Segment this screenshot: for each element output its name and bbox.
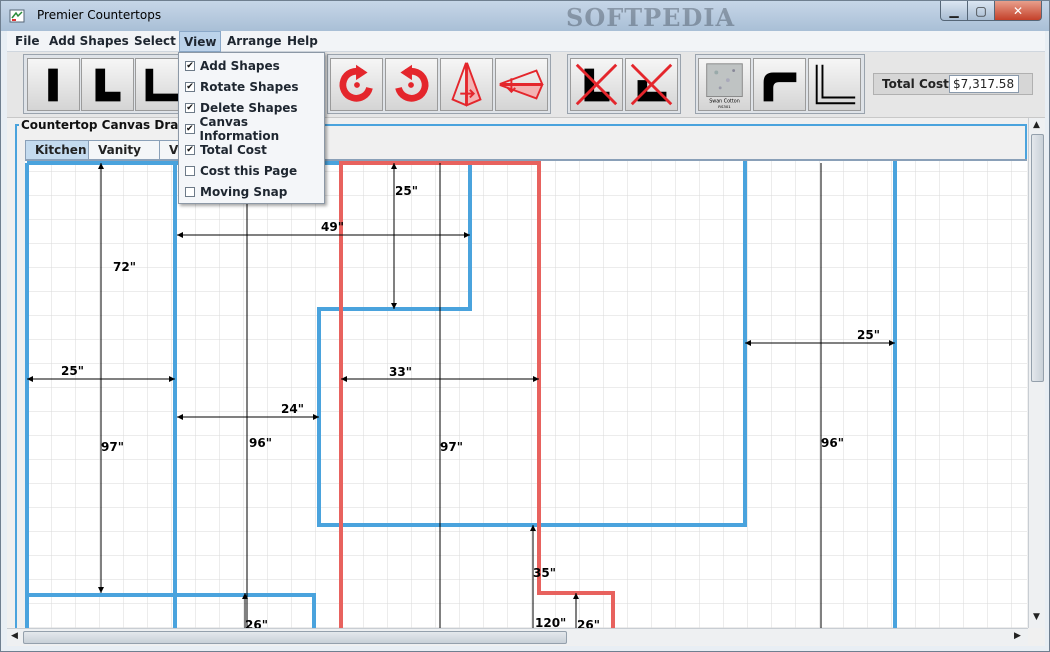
dim-49: 49" (321, 220, 344, 234)
delete-shapes-group (567, 54, 681, 114)
add-l-shape-button[interactable] (81, 58, 134, 111)
rotate-left-icon (339, 64, 373, 102)
menu-arrange[interactable]: Arrange (227, 34, 282, 48)
flip-horizontal-icon (499, 69, 544, 100)
checkbox-checked-icon: ✔ (185, 103, 195, 113)
checkbox-unchecked-icon (185, 187, 195, 197)
close-icon: ✕ (1012, 3, 1024, 18)
dim-24: 24" (281, 402, 304, 416)
scroll-up-icon[interactable]: ▲ (1033, 120, 1040, 130)
view-menu-moving-snap[interactable]: Moving Snap (185, 182, 287, 202)
total-cost-field[interactable]: $7,317.58 (949, 75, 1019, 93)
app-window: Premier Countertops SOFTPEDIA ▁ ▢ ✕ File… (0, 0, 1050, 652)
dim-25-left: 25" (61, 364, 84, 378)
flip-vertical-button[interactable] (440, 58, 493, 111)
straight-shape-icon (48, 68, 58, 102)
dim-25-top: 25" (395, 184, 418, 198)
vertical-scroll-thumb[interactable] (1031, 134, 1044, 382)
minimize-icon: ▁ (949, 3, 959, 18)
toolbar: Swan Cotton RS301 Total Cost: $7,317.58 (7, 52, 1045, 118)
checkbox-checked-icon: ✔ (185, 145, 195, 155)
dim-25-right: 25" (857, 328, 880, 342)
scroll-down-icon[interactable]: ▼ (1033, 612, 1040, 622)
menu-help[interactable]: Help (287, 34, 318, 48)
add-u-shape-button[interactable] (135, 58, 180, 111)
granite-swatch-icon: Swan Cotton RS301 (706, 63, 743, 109)
horizontal-scrollbar[interactable]: ◀ ▶ (7, 628, 1028, 645)
canvas-panel: Countertop Canvas Drawing Kitchen Vanity… (7, 118, 1045, 646)
title-bar[interactable]: Premier Countertops SOFTPEDIA ▁ ▢ ✕ (1, 1, 1049, 32)
edge-profile-button[interactable] (808, 58, 861, 111)
delete-l-shape-icon (575, 63, 618, 106)
material-code: RS301 (718, 104, 731, 109)
dim-97-center: 97" (440, 440, 463, 454)
view-menu-cost-this-page[interactable]: Cost this Page (185, 161, 297, 181)
menu-file[interactable]: File (15, 34, 40, 48)
add-straight-shape-button[interactable] (27, 58, 80, 111)
u-shape-icon (145, 68, 179, 102)
flip-horizontal-button[interactable] (495, 58, 548, 111)
close-button[interactable]: ✕ (994, 1, 1042, 21)
minimize-button[interactable]: ▁ (940, 1, 968, 21)
dim-72: 72" (113, 260, 136, 274)
transform-group (327, 54, 551, 114)
menu-view[interactable]: View (179, 31, 222, 52)
scroll-left-icon[interactable]: ◀ (11, 631, 18, 641)
app-icon (9, 9, 25, 23)
countertop-drawing[interactable]: 72" 25" 49" 25" 33" 24" 25" 97" 96" 97" … (25, 159, 1027, 629)
horizontal-scroll-thumb[interactable] (23, 631, 567, 644)
view-menu-rotate-shapes[interactable]: ✔ Rotate Shapes (185, 77, 299, 97)
checkbox-unchecked-icon (185, 166, 195, 176)
vertical-scrollbar[interactable]: ▲ ▼ (1028, 118, 1045, 628)
corner-shape-icon (763, 72, 797, 102)
dim-96-right: 96" (821, 436, 844, 450)
window-title: Premier Countertops (37, 8, 162, 22)
material-swatch-button[interactable]: Swan Cotton RS301 (698, 58, 751, 111)
l-shape-icon (95, 68, 121, 102)
tab-kitchen[interactable]: Kitchen (25, 140, 89, 160)
dim-35: 35" (533, 566, 556, 580)
checkbox-checked-icon: ✔ (185, 124, 195, 134)
dim-97-left: 97" (101, 440, 124, 454)
add-shapes-group (23, 54, 183, 114)
checkbox-checked-icon: ✔ (185, 82, 195, 92)
view-menu-item-label: Add Shapes (200, 59, 280, 73)
edge-profile-icon (815, 64, 856, 105)
view-menu-canvas-information[interactable]: ✔ Canvas Information (185, 115, 324, 143)
rotate-right-icon (395, 64, 429, 102)
drawing-canvas: 72" 25" 49" 25" 33" 24" 25" 97" 96" 97" … (25, 161, 1027, 629)
view-menu-item-label: Delete Shapes (200, 101, 298, 115)
corner-shape-button[interactable] (753, 58, 806, 111)
view-menu-item-label: Moving Snap (200, 185, 288, 199)
checkbox-checked-icon: ✔ (185, 61, 195, 71)
rotate-left-button[interactable] (330, 58, 383, 111)
dim-33: 33" (389, 365, 412, 379)
view-menu-dropdown: ✔ Add Shapes ✔ Rotate Shapes ✔ Delete Shape… (178, 52, 325, 204)
scroll-right-icon[interactable]: ▶ (1014, 631, 1021, 641)
view-menu-add-shapes[interactable]: ✔ Add Shapes (185, 56, 280, 76)
view-menu-item-label: Canvas Information (199, 115, 280, 143)
rotate-right-button[interactable] (385, 58, 438, 111)
view-menu-item-label: Total Cost (200, 143, 267, 157)
total-cost-box: Total Cost: $7,317.58 (873, 73, 1033, 95)
delete-l-shape-reverse-button[interactable] (625, 58, 678, 111)
view-menu-item-label: Cost this Page (200, 164, 298, 178)
tab-vanity-1[interactable]: Vanity #1 (88, 140, 160, 171)
menu-select[interactable]: Select (134, 34, 176, 48)
flip-vertical-icon (451, 62, 482, 107)
maximize-icon: ▢ (975, 3, 987, 18)
view-menu-item-label: Rotate Shapes (200, 80, 299, 94)
menu-bar: File Add Shapes Select View Arrange Help (7, 31, 1045, 52)
menu-add-shapes[interactable]: Add Shapes (49, 34, 129, 48)
softpedia-watermark: SOFTPEDIA (566, 3, 736, 32)
delete-l-shape-reverse-icon (630, 63, 673, 106)
dim-96-left: 96" (249, 436, 272, 450)
total-cost-label: Total Cost: (882, 77, 954, 91)
material-group: Swan Cotton RS301 (695, 54, 865, 114)
maximize-button[interactable]: ▢ (967, 1, 995, 21)
view-menu-total-cost[interactable]: ✔ Total Cost (185, 140, 267, 160)
delete-l-shape-button[interactable] (570, 58, 623, 111)
